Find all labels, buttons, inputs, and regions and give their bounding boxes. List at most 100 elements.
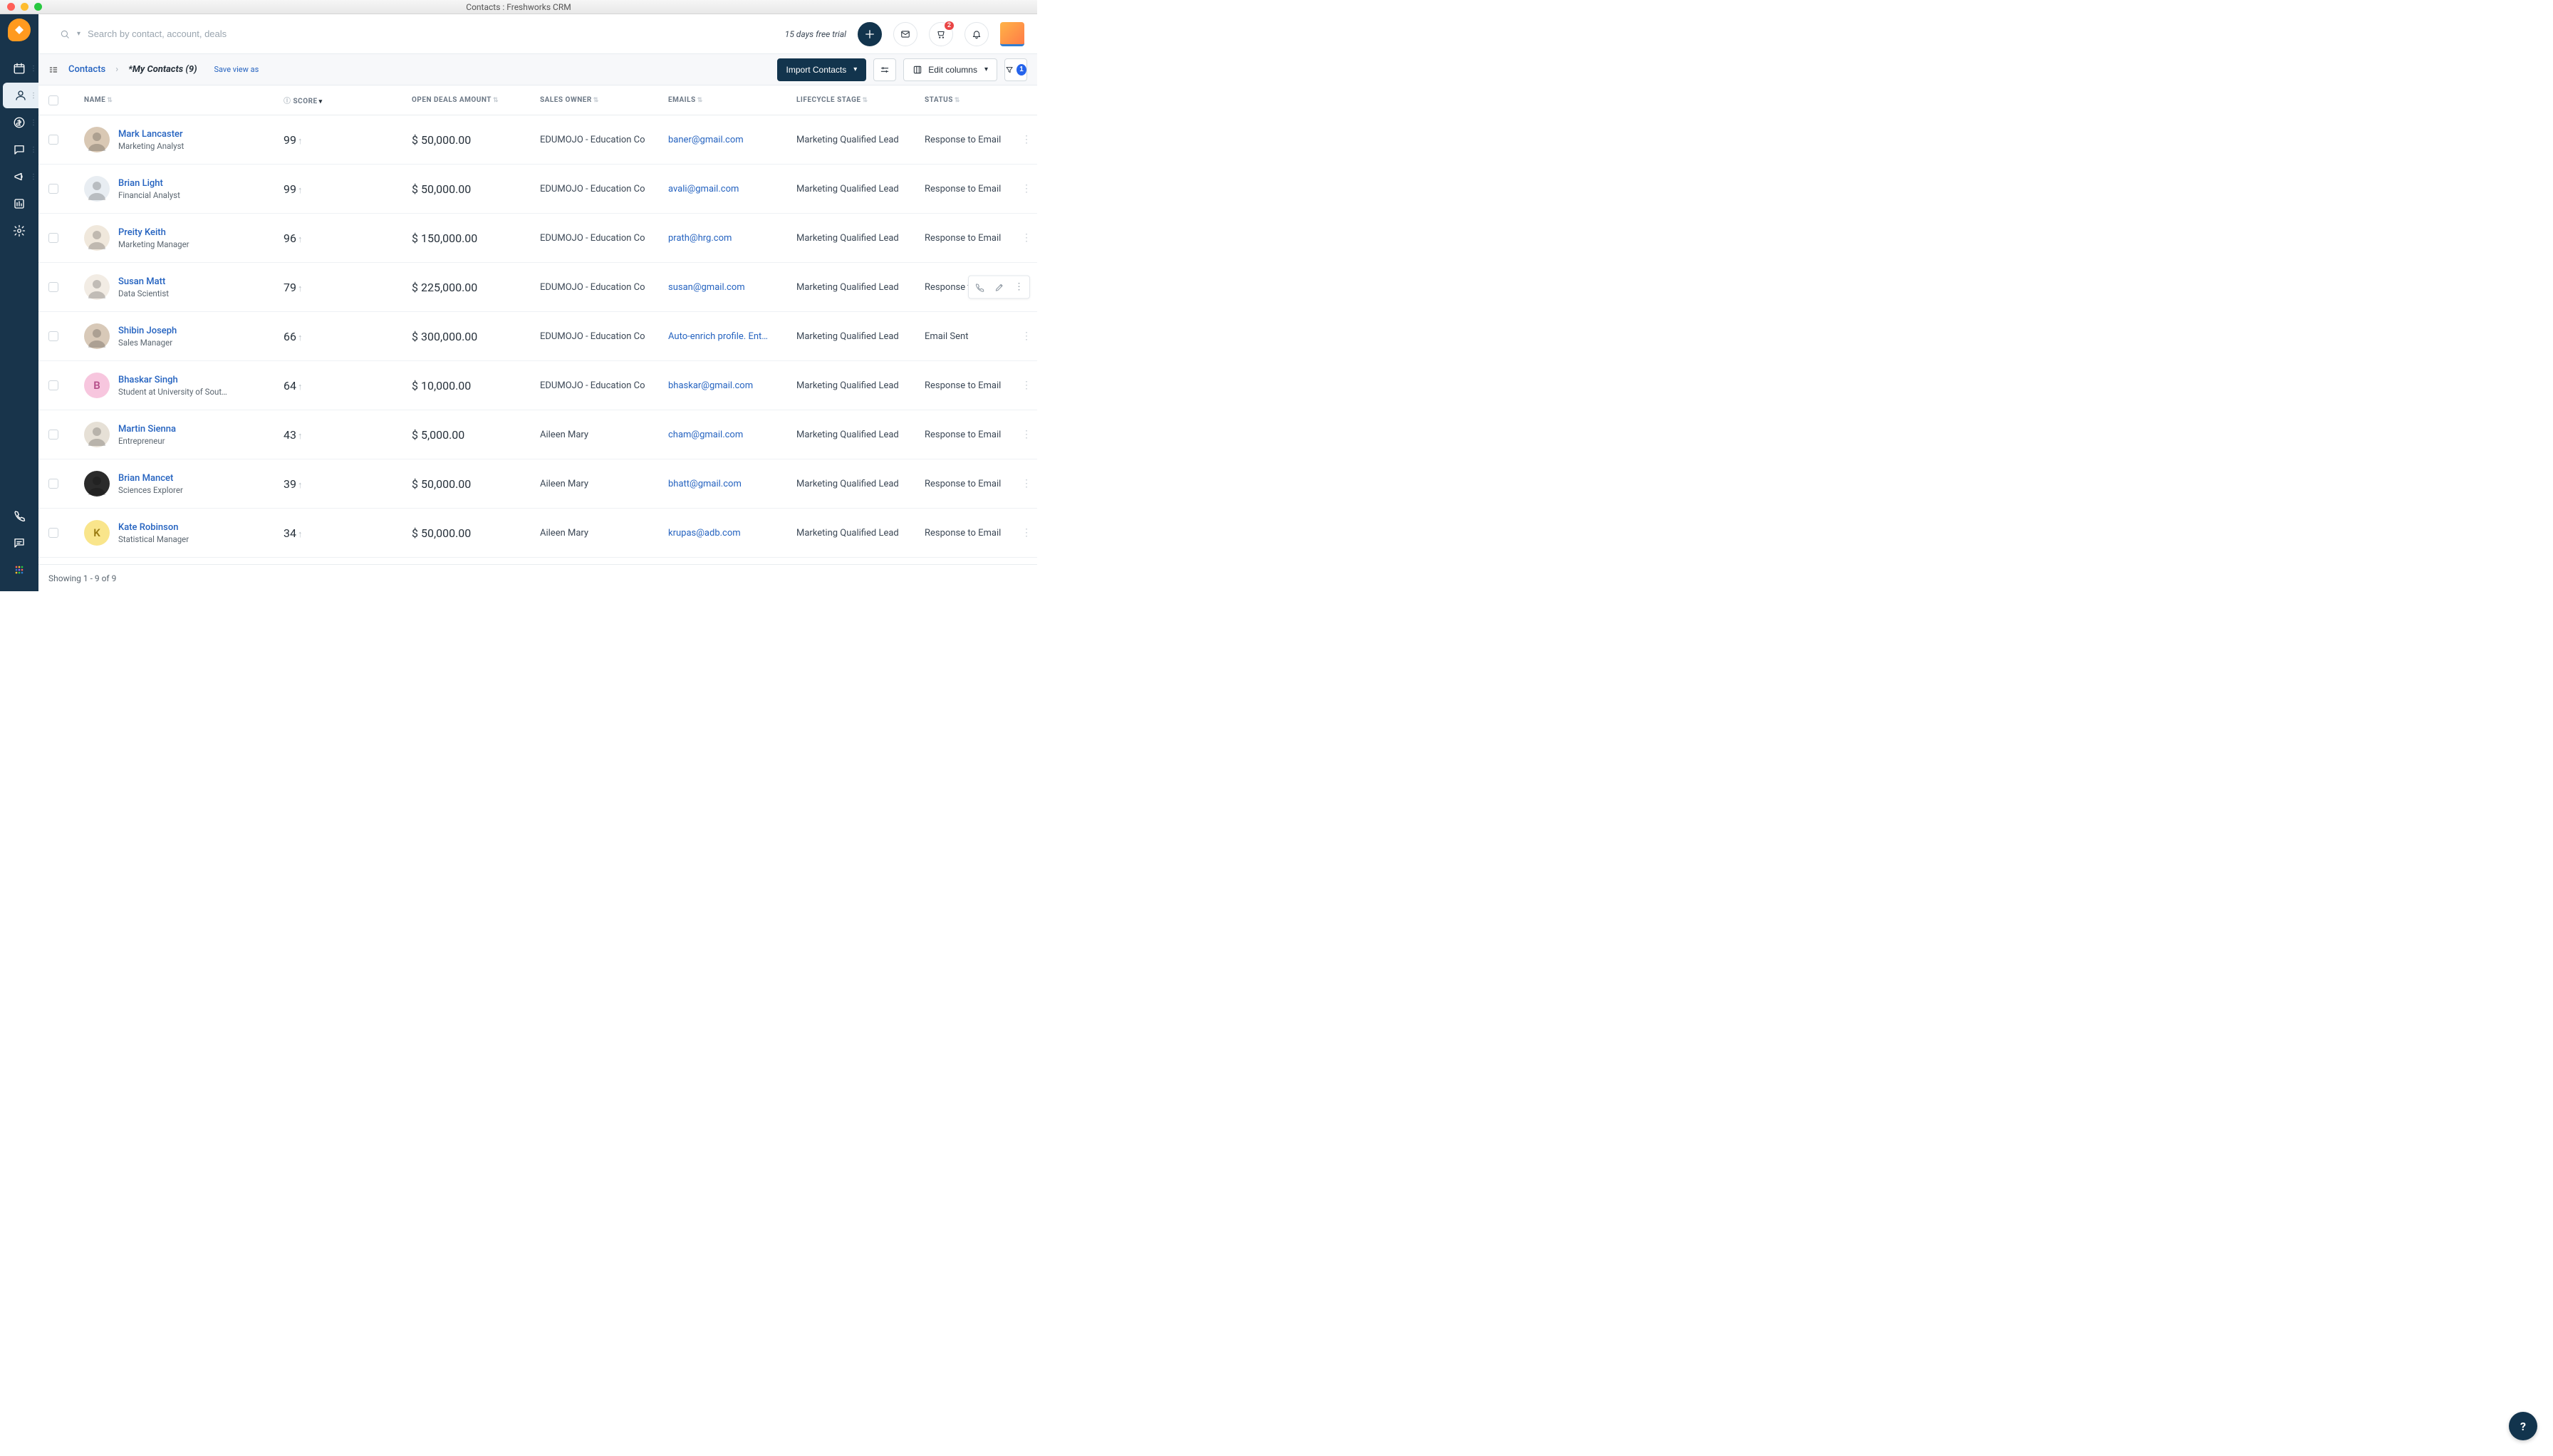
email-link[interactable]: bhaskar@gmail.com xyxy=(668,380,753,391)
row-more-icon[interactable]: ⋮ xyxy=(1017,232,1036,244)
table-row[interactable]: Shibin Joseph Sales Manager 66↑ $ 300,00… xyxy=(38,312,1037,361)
select-all-checkbox[interactable] xyxy=(48,95,58,105)
search-input[interactable] xyxy=(88,28,287,39)
trend-up-icon: ↑ xyxy=(298,185,303,196)
col-status-header[interactable]: STATUS xyxy=(925,96,953,104)
amount-value: $ 5,000.00 xyxy=(412,428,464,442)
row-checkbox[interactable] xyxy=(48,282,58,292)
call-icon[interactable] xyxy=(970,279,989,295)
row-more-icon[interactable]: ⋮ xyxy=(1017,331,1036,342)
search-dropdown-icon[interactable]: ▾ xyxy=(77,30,80,38)
contact-name-link[interactable]: Susan Matt xyxy=(118,276,169,287)
col-email-header[interactable]: EMAILS xyxy=(668,96,696,104)
email-link[interactable]: prath@hrg.com xyxy=(668,233,732,244)
col-name-header[interactable]: NAME xyxy=(84,96,105,104)
email-link[interactable]: baner@gmail.com xyxy=(668,135,744,145)
row-more-icon[interactable]: ⋮ xyxy=(1017,478,1036,489)
filter-count-badge: 1 xyxy=(1016,64,1026,76)
email-link[interactable]: cham@gmail.com xyxy=(668,430,743,440)
list-view-icon[interactable] xyxy=(48,65,58,75)
table-row[interactable]: Susan Matt Data Scientist 79↑ $ 225,000.… xyxy=(38,263,1037,312)
email-link[interactable]: krupas@adb.com xyxy=(668,528,741,539)
row-checkbox[interactable] xyxy=(48,430,58,440)
contact-name-link[interactable]: Brian Light xyxy=(118,178,180,189)
nav-settings[interactable] xyxy=(0,218,38,244)
help-fab[interactable]: ? xyxy=(2509,1412,2537,1440)
nav-contacts[interactable]: ⋮ xyxy=(3,83,38,108)
table-row[interactable]: K Kate Robinson Statistical Manager 34↑ … xyxy=(38,509,1037,558)
window-close-button[interactable] xyxy=(7,3,15,11)
table-row[interactable]: Martin Sienna Entrepreneur 43↑ $ 5,000.0… xyxy=(38,410,1037,459)
score-value: 79 xyxy=(284,281,296,294)
contact-name-link[interactable]: Brian Mancet xyxy=(118,473,183,484)
contact-name-link[interactable]: Mark Lancaster xyxy=(118,129,184,140)
col-amount-header[interactable]: OPEN DEALS AMOUNT xyxy=(412,96,492,104)
email-link[interactable]: susan@gmail.com xyxy=(668,282,745,293)
contact-name-link[interactable]: Preity Keith xyxy=(118,227,189,238)
sort-icon: ⇅ xyxy=(493,97,499,104)
row-checkbox[interactable] xyxy=(48,380,58,390)
adjust-button[interactable] xyxy=(873,58,896,81)
col-owner-header[interactable]: SALES OWNER xyxy=(540,96,592,104)
contact-name-link[interactable]: Bhaskar Singh xyxy=(118,375,227,385)
nav-calendar[interactable]: ⋮ xyxy=(0,56,38,81)
nav-apps[interactable] xyxy=(0,557,38,583)
email-link[interactable]: avali@gmail.com xyxy=(668,184,739,194)
score-value: 99 xyxy=(284,133,296,147)
row-more-icon[interactable]: ⋮ xyxy=(1017,134,1036,145)
table-row[interactable]: Preity Keith Marketing Manager 96↑ $ 150… xyxy=(38,214,1037,263)
nav-phone[interactable] xyxy=(0,503,38,529)
amount-value: $ 300,000.00 xyxy=(412,330,477,343)
search-icon[interactable] xyxy=(60,29,70,39)
amount-value: $ 50,000.00 xyxy=(412,133,471,147)
stage-value: Marketing Qualified Lead xyxy=(796,184,899,194)
trend-up-icon: ↑ xyxy=(298,136,303,147)
table-row[interactable]: Brian Light Financial Analyst 99↑ $ 50,0… xyxy=(38,165,1037,214)
import-contacts-button[interactable]: Import Contacts xyxy=(777,58,867,81)
owner-value: Aileen Mary xyxy=(540,430,588,440)
score-value: 43 xyxy=(284,428,296,442)
nav-conversations[interactable]: ⋮ xyxy=(0,137,38,162)
nav-reports[interactable] xyxy=(0,191,38,217)
email-link[interactable]: Auto-enrich profile. Ent… xyxy=(668,331,768,342)
contact-name-link[interactable]: Martin Sienna xyxy=(118,424,176,435)
breadcrumb-root[interactable]: Contacts xyxy=(68,64,105,75)
edit-icon[interactable] xyxy=(990,279,1009,295)
filter-button[interactable]: 1 xyxy=(1004,58,1027,81)
notifications-button[interactable] xyxy=(964,22,989,46)
cart-button[interactable]: 2 xyxy=(929,22,953,46)
row-checkbox[interactable] xyxy=(48,233,58,243)
email-link[interactable]: bhatt@gmail.com xyxy=(668,479,742,489)
status-value: Response to Email xyxy=(925,479,1001,489)
row-more-icon[interactable]: ⋮ xyxy=(1017,380,1036,391)
row-more-icon[interactable]: ⋮ xyxy=(1017,429,1036,440)
nav-campaigns[interactable]: ⋮ xyxy=(0,164,38,189)
contact-title: Financial Analyst xyxy=(118,190,180,200)
save-view-link[interactable]: Save view as xyxy=(214,65,259,74)
row-checkbox[interactable] xyxy=(48,528,58,538)
window-maximize-button[interactable] xyxy=(34,3,42,11)
contact-name-link[interactable]: Shibin Joseph xyxy=(118,326,177,336)
nav-deals[interactable]: ⋮ xyxy=(0,110,38,135)
add-button[interactable] xyxy=(858,22,882,46)
row-checkbox[interactable] xyxy=(48,479,58,489)
col-score-header[interactable]: SCORE xyxy=(293,98,318,105)
more-icon[interactable]: ⋮ xyxy=(1010,279,1028,296)
edit-columns-button[interactable]: Edit columns xyxy=(903,58,997,81)
app-logo[interactable] xyxy=(8,19,31,41)
mail-button[interactable] xyxy=(893,22,917,46)
stage-value: Marketing Qualified Lead xyxy=(796,380,899,391)
window-minimize-button[interactable] xyxy=(21,3,28,11)
row-checkbox[interactable] xyxy=(48,184,58,194)
nav-chat[interactable] xyxy=(0,530,38,556)
user-avatar-button[interactable] xyxy=(1000,22,1024,46)
row-checkbox[interactable] xyxy=(48,135,58,145)
table-row[interactable]: B Bhaskar Singh Student at University of… xyxy=(38,361,1037,410)
table-row[interactable]: Brian Mancet Sciences Explorer 39↑ $ 50,… xyxy=(38,459,1037,509)
row-checkbox[interactable] xyxy=(48,331,58,341)
col-stage-header[interactable]: LIFECYCLE STAGE xyxy=(796,96,861,104)
row-more-icon[interactable]: ⋮ xyxy=(1017,527,1036,539)
contact-name-link[interactable]: Kate Robinson xyxy=(118,522,189,533)
row-more-icon[interactable]: ⋮ xyxy=(1017,183,1036,194)
table-row[interactable]: Mark Lancaster Marketing Analyst 99↑ $ 5… xyxy=(38,115,1037,165)
